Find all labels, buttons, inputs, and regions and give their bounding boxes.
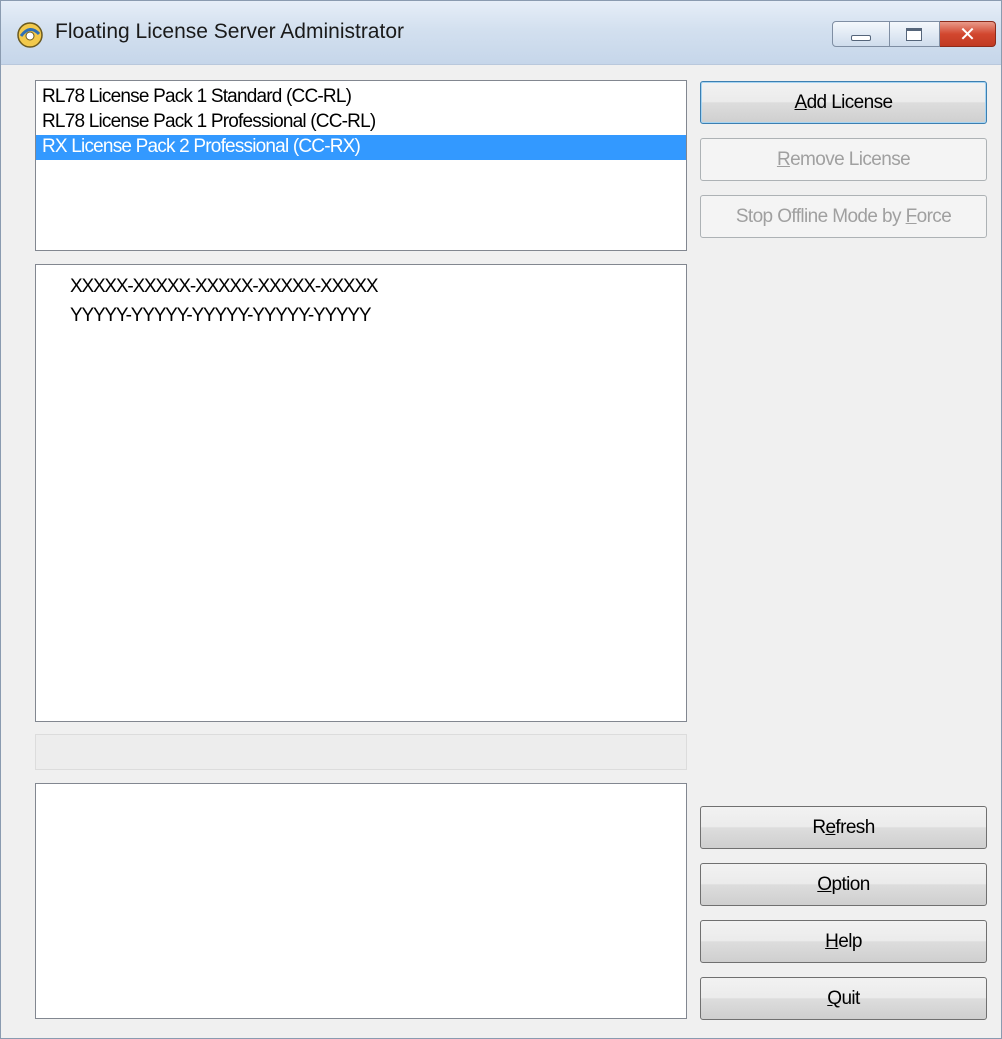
maximize-button[interactable] [890, 21, 940, 47]
minimize-icon [851, 35, 871, 41]
refresh-button[interactable]: Refresh [700, 806, 987, 849]
license-key-list[interactable]: XXXXX-XXXXX-XXXXX-XXXXX-XXXXX YYYYY-YYYY… [35, 264, 687, 722]
option-button[interactable]: Option [700, 863, 987, 906]
add-license-label-post: dd License [806, 92, 894, 113]
help-button[interactable]: Help [700, 920, 987, 963]
license-server-app-icon [17, 22, 43, 48]
license-list-item[interactable]: RL78 License Pack 1 Professional (CC-RL) [36, 110, 686, 135]
stop-offline-label-post: orce [916, 206, 952, 227]
option-mnemonic: O [817, 874, 832, 895]
license-list-item-selected[interactable]: RX License Pack 2 Professional (CC-RX) [36, 135, 686, 160]
remove-license-mnemonic: R [776, 149, 791, 170]
refresh-label-post: fresh [835, 817, 875, 838]
refresh-label-pre: R [812, 817, 826, 838]
maximize-icon [906, 28, 922, 41]
stop-offline-label-pre: Stop Offline Mode by [735, 206, 906, 227]
quit-label-post: uit [841, 988, 860, 1009]
window-title: Floating License Server Administrator [55, 20, 404, 43]
license-list[interactable]: RL78 License Pack 1 Standard (CC-RL) RL7… [35, 80, 687, 251]
add-license-button[interactable]: Add License [700, 81, 987, 124]
main-window: Floating License Server Administrator ✕ … [0, 0, 1002, 1039]
remove-license-label-post: emove License [790, 149, 911, 170]
stop-offline-mnemonic: F [905, 206, 918, 227]
stop-offline-mode-button[interactable]: Stop Offline Mode by Force [700, 195, 987, 238]
minimize-button[interactable] [832, 21, 890, 47]
refresh-mnemonic: e [825, 817, 836, 838]
add-license-mnemonic: A [794, 92, 808, 113]
title-bar[interactable]: Floating License Server Administrator ✕ [1, 1, 1001, 65]
message-log-box[interactable] [35, 783, 687, 1019]
close-icon: ✕ [959, 22, 976, 46]
license-list-item[interactable]: RL78 License Pack 1 Standard (CC-RL) [36, 85, 686, 110]
license-key-item[interactable]: XXXXX-XXXXX-XXXXX-XXXXX-XXXXX [36, 273, 686, 302]
help-label-post: elp [838, 931, 862, 952]
help-mnemonic: H [825, 931, 839, 952]
status-field [35, 734, 687, 770]
option-label-post: ption [831, 874, 870, 895]
close-button[interactable]: ✕ [940, 21, 996, 47]
license-key-item[interactable]: YYYYY-YYYYY-YYYYY-YYYYY-YYYYY [36, 302, 686, 331]
quit-button[interactable]: Quit [700, 977, 987, 1020]
quit-mnemonic: Q [827, 988, 842, 1009]
remove-license-button[interactable]: Remove License [700, 138, 987, 181]
